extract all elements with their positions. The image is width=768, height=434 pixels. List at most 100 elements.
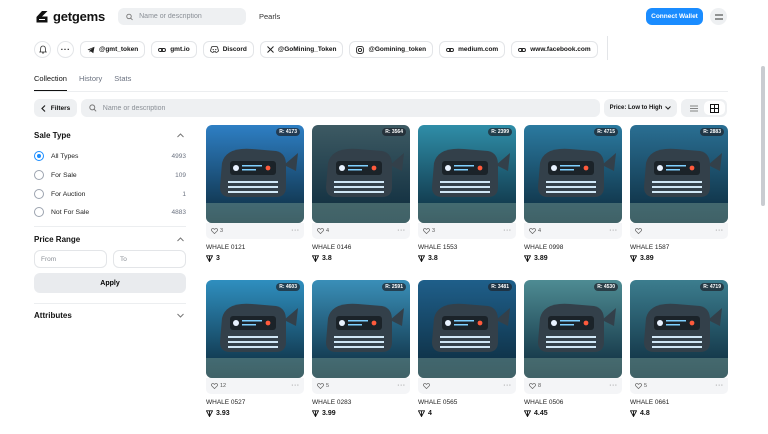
chevron-up-icon[interactable]: [177, 133, 184, 138]
nft-name[interactable]: WHALE 0121: [206, 244, 304, 251]
menu-button[interactable]: [710, 8, 727, 25]
facebook-link[interactable]: www.facebook.com: [511, 41, 598, 58]
card-more-button[interactable]: ···: [504, 383, 513, 389]
nft-name[interactable]: WHALE 1587: [630, 244, 728, 251]
nft-name[interactable]: WHALE 0565: [418, 399, 516, 406]
nft-image[interactable]: R: 3481: [418, 280, 516, 378]
sale-type-option-for-sale[interactable]: For Sale 109: [34, 169, 186, 181]
more-options-button[interactable]: ···: [57, 41, 74, 58]
telegram-link[interactable]: @gmt_token: [80, 41, 146, 58]
filters-toggle-button[interactable]: Filters: [34, 99, 77, 117]
nft-name[interactable]: WHALE 0661: [630, 399, 728, 406]
nft-card[interactable]: R: 4603 12 ··· WHALE 0527 3.93: [206, 280, 304, 417]
nft-image[interactable]: R: 4603: [206, 280, 304, 378]
option-label: For Sale: [51, 171, 77, 179]
nft-card[interactable]: R: 4715 4 ··· WHALE 0998 3.89: [524, 125, 622, 262]
nft-name[interactable]: WHALE 0506: [524, 399, 622, 406]
logo[interactable]: getgems: [35, 9, 105, 24]
nft-image[interactable]: R: 2591: [312, 280, 410, 378]
price-from-input[interactable]: [34, 250, 107, 268]
tab-history[interactable]: History: [79, 74, 102, 91]
nft-image[interactable]: R: 4530: [524, 280, 622, 378]
card-more-button[interactable]: ···: [504, 228, 513, 234]
global-search[interactable]: [118, 8, 246, 25]
sale-type-heading[interactable]: Sale Type: [34, 131, 71, 140]
card-more-button[interactable]: ···: [716, 228, 725, 234]
sale-type-option-auction[interactable]: For Auction 1: [34, 188, 186, 200]
nft-card[interactable]: R: 3481 ··· WHALE 0565 4: [418, 280, 516, 417]
chevron-up-icon[interactable]: [177, 237, 184, 242]
nft-name[interactable]: WHALE 1553: [418, 244, 516, 251]
price-to-input[interactable]: [113, 250, 186, 268]
price-value: 4.45: [534, 410, 548, 417]
sale-type-option-not-for-sale[interactable]: Not For Sale 4883: [34, 206, 186, 218]
like-button[interactable]: [635, 228, 644, 234]
radio-button[interactable]: [34, 170, 44, 180]
like-button[interactable]: 5: [635, 383, 647, 389]
like-button[interactable]: 4: [529, 228, 541, 234]
card-meta: ···: [630, 223, 728, 239]
global-search-input[interactable]: [139, 13, 246, 20]
connect-wallet-button[interactable]: Connect Wallet: [646, 8, 703, 25]
instagram-link[interactable]: @Gomining_token: [349, 41, 434, 58]
nft-card[interactable]: R: 2399 3 ··· WHALE 1553 3.8: [418, 125, 516, 262]
nft-card[interactable]: R: 2591 5 ··· WHALE 0283 3.99: [312, 280, 410, 417]
nft-card[interactable]: R: 4173 3 ··· WHALE 0121 3: [206, 125, 304, 262]
nft-card[interactable]: R: 3564 4 ··· WHALE 0146 3.8: [312, 125, 410, 262]
like-button[interactable]: 3: [211, 228, 223, 234]
divider: [607, 36, 608, 60]
collection-nav-link[interactable]: Pearls: [259, 12, 280, 21]
nft-card[interactable]: R: 4719 5 ··· WHALE 0661 4.8: [630, 280, 728, 417]
price-range-heading[interactable]: Price Range: [34, 235, 80, 244]
notifications-button[interactable]: [34, 41, 51, 58]
nft-image[interactable]: R: 4719: [630, 280, 728, 378]
nft-image[interactable]: R: 4715: [524, 125, 622, 223]
like-button[interactable]: 3: [423, 228, 435, 234]
attributes-heading[interactable]: Attributes: [34, 311, 72, 320]
nft-image[interactable]: R: 4173: [206, 125, 304, 223]
nft-image[interactable]: R: 3564: [312, 125, 410, 223]
grid-view-button[interactable]: [704, 101, 725, 115]
radio-button[interactable]: [34, 151, 44, 161]
page-scrollbar[interactable]: [761, 66, 765, 206]
whale-robot-image: [524, 280, 622, 378]
heart-icon: [423, 383, 430, 389]
card-more-button[interactable]: ···: [716, 383, 725, 389]
apply-price-button[interactable]: Apply: [34, 273, 186, 293]
nft-name[interactable]: WHALE 0146: [312, 244, 410, 251]
nft-name[interactable]: WHALE 0998: [524, 244, 622, 251]
website-link[interactable]: gmt.io: [151, 41, 197, 58]
nft-card[interactable]: R: 4530 8 ··· WHALE 0506 4.45: [524, 280, 622, 417]
medium-link[interactable]: medium.com: [439, 41, 506, 58]
discord-link[interactable]: Discord: [202, 41, 254, 58]
like-button[interactable]: 8: [529, 383, 541, 389]
collection-search[interactable]: [81, 99, 600, 117]
like-button[interactable]: [423, 383, 432, 389]
sort-dropdown[interactable]: Price: Low to High: [604, 99, 677, 117]
bell-icon: [38, 45, 47, 54]
nft-name[interactable]: WHALE 0527: [206, 399, 304, 406]
nft-name[interactable]: WHALE 0283: [312, 399, 410, 406]
nft-image[interactable]: R: 2399: [418, 125, 516, 223]
radio-button[interactable]: [34, 207, 44, 217]
nft-card[interactable]: R: 2883 ··· WHALE 1587 3.89: [630, 125, 728, 262]
like-button[interactable]: 4: [317, 228, 329, 234]
like-button[interactable]: 5: [317, 383, 329, 389]
telegram-icon: [87, 46, 95, 53]
card-more-button[interactable]: ···: [292, 383, 301, 389]
like-button[interactable]: 12: [211, 383, 226, 389]
tab-stats[interactable]: Stats: [114, 74, 131, 91]
twitter-link[interactable]: @GoMining_Token: [259, 41, 344, 58]
card-more-button[interactable]: ···: [398, 228, 407, 234]
tab-collection[interactable]: Collection: [34, 74, 67, 91]
collection-search-input[interactable]: [102, 104, 600, 112]
card-more-button[interactable]: ···: [292, 228, 301, 234]
card-more-button[interactable]: ···: [610, 228, 619, 234]
sale-type-option-all[interactable]: All Types 4993: [34, 150, 186, 162]
chevron-down-icon[interactable]: [177, 313, 184, 318]
card-more-button[interactable]: ···: [610, 383, 619, 389]
list-view-button[interactable]: [683, 101, 704, 115]
nft-image[interactable]: R: 2883: [630, 125, 728, 223]
radio-button[interactable]: [34, 189, 44, 199]
card-more-button[interactable]: ···: [398, 383, 407, 389]
